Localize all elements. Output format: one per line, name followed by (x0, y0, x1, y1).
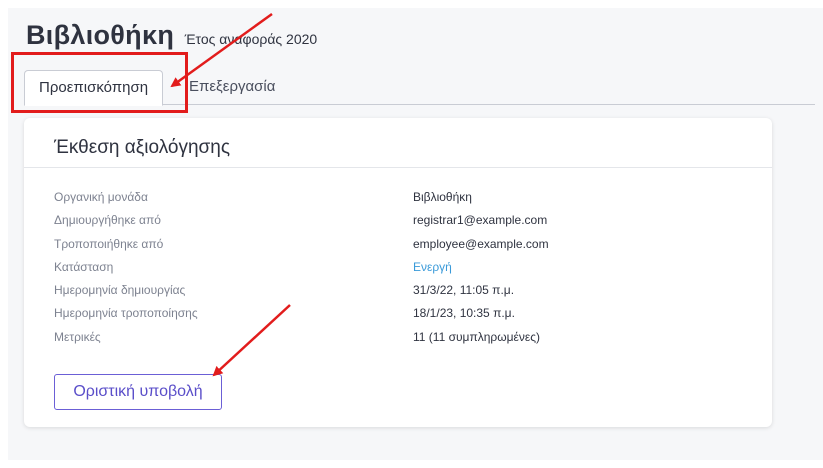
status-value: Ενεργή (413, 259, 452, 274)
page-title: Βιβλιοθήκη (26, 20, 175, 50)
detail-row-metrics: Μετρικές 11 (11 συμπληρωμένες) (54, 330, 754, 353)
final-submit-button[interactable]: Οριστική υποβολή (54, 374, 222, 410)
page-header: Βιβλιοθήκη Έτος αναφοράς 2020 (26, 20, 317, 51)
details-list: Οργανική μονάδα Βιβλιοθήκη Δημιουργήθηκε… (54, 190, 754, 353)
annotation-highlight-box (11, 52, 188, 113)
evaluation-report-card: Έκθεση αξιολόγησης Οργανική μονάδα Βιβλι… (24, 118, 772, 427)
detail-label: Οργανική μονάδα (54, 190, 148, 204)
detail-label: Ημερομηνία τροποποίησης (54, 306, 198, 321)
detail-row-created-by: Δημιουργήθηκε από registrar1@example.com (54, 213, 754, 236)
tab-edit[interactable]: Επεξεργασία (189, 70, 275, 104)
detail-label: Κατάσταση (54, 259, 114, 274)
detail-label: Τροποποιήθηκε από (54, 236, 164, 251)
detail-row-created-date: Ημερομηνία δημιουργίας 31/3/22, 11:05 π.… (54, 283, 754, 306)
detail-value: 31/3/22, 11:05 π.μ. (413, 283, 515, 298)
detail-value: Βιβλιοθήκη (413, 190, 472, 204)
detail-row-modified-date: Ημερομηνία τροποποίησης 18/1/23, 10:35 π… (54, 306, 754, 329)
detail-value: 11 (11 συμπληρωμένες) (413, 329, 541, 344)
reference-year: Έτος αναφοράς 2020 (184, 31, 318, 47)
detail-label: Δημιουργήθηκε από (54, 213, 161, 228)
detail-label: Μετρικές (54, 329, 101, 344)
detail-row-status: Κατάσταση Ενεργή (54, 260, 754, 283)
detail-row-unit: Οργανική μονάδα Βιβλιοθήκη (54, 190, 754, 213)
detail-row-modified-by: Τροποποιήθηκε από employee@example.com (54, 237, 754, 260)
card-header: Έκθεση αξιολόγησης (24, 118, 772, 168)
detail-value: employee@example.com (413, 236, 549, 251)
card-title: Έκθεση αξιολόγησης (54, 137, 230, 158)
detail-label: Ημερομηνία δημιουργίας (54, 283, 186, 298)
detail-value: 18/1/23, 10:35 π.μ. (413, 306, 515, 321)
detail-value: registrar1@example.com (413, 213, 548, 228)
